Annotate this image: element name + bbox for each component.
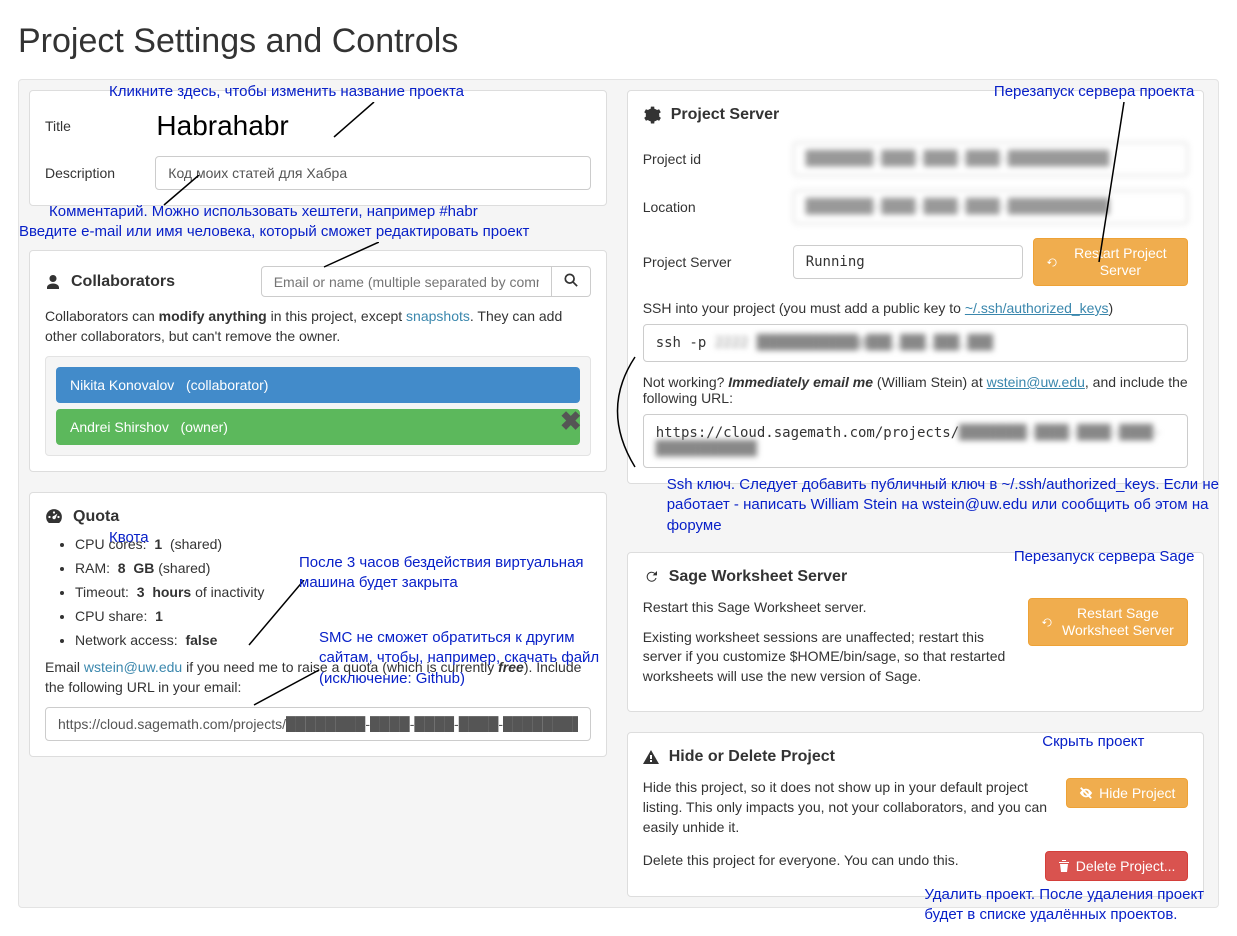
restart-sage-button[interactable]: Restart Sage Worksheet Server <box>1028 598 1188 646</box>
collaborator-search-input[interactable] <box>261 266 552 297</box>
quota-url-box[interactable] <box>45 707 591 741</box>
annotation-network: SMC не сможет обратиться к другим сайтам… <box>319 628 609 689</box>
server-header: Project Server <box>671 106 780 124</box>
title-panel: Title Description <box>29 90 607 206</box>
refresh-icon <box>1041 616 1054 629</box>
annotation-hide: Скрыть проект <box>1042 732 1144 752</box>
ssh-help: SSH into your project (you must add a pu… <box>643 300 1189 316</box>
hide-desc: Hide this project, so it does not show u… <box>643 778 1054 837</box>
hide-delete-panel: Hide or Delete Project Hide this project… <box>627 732 1205 897</box>
annotation-delete: Удалить проект. После удаления проект бу… <box>924 885 1214 926</box>
collaborator-item[interactable]: Nikita Konovalov (collaborator) <box>56 367 580 403</box>
warning-icon <box>643 749 659 765</box>
wstein-email-link[interactable]: wstein@uw.edu <box>987 374 1085 390</box>
delete-project-button[interactable]: Delete Project... <box>1045 851 1189 881</box>
annotation-timeout: После 3 часов бездействия виртуальная ма… <box>299 553 599 594</box>
eye-slash-icon <box>1079 786 1093 800</box>
search-button[interactable] <box>552 266 591 297</box>
description-label: Description <box>45 165 155 181</box>
dashboard-icon <box>45 508 63 526</box>
sage-header: Sage Worksheet Server <box>669 568 847 586</box>
project-id-value: ████████-████-████-████-████████████ <box>793 142 1189 176</box>
search-icon <box>564 273 578 287</box>
annotation-restart-server: Перезапуск сервера проекта <box>994 82 1195 102</box>
quota-item-cpu-cores: CPU cores: 1 (shared) <box>75 536 591 552</box>
not-working-help: Not working? Immediately email me (Willi… <box>643 374 1189 406</box>
restart-project-server-button[interactable]: Restart Project Server <box>1033 238 1188 286</box>
sage-desc-2: Existing worksheet sessions are unaffect… <box>643 628 1017 687</box>
collaborators-panel: Collaborators Collaborators can modify a… <box>29 250 607 472</box>
annotation-restart-sage: Перезапуск сервера Sage <box>1014 547 1195 567</box>
annotation-collab: Введите e-mail или имя человека, который… <box>19 222 619 242</box>
quota-email-link[interactable]: wstein@uw.edu <box>84 659 182 675</box>
gears-icon <box>643 106 661 124</box>
project-server-panel: Project Server Project id ████████-████-… <box>627 90 1205 484</box>
collaborators-list: Nikita Konovalov (collaborator) Andrei S… <box>45 356 591 456</box>
collaborators-help: Collaborators can modify anything in thi… <box>45 307 591 346</box>
page-title: Project Settings and Controls <box>18 22 1219 61</box>
close-icon[interactable]: ✖ <box>560 406 582 437</box>
server-status-label: Project Server <box>643 254 783 270</box>
trash-icon <box>1058 859 1070 873</box>
sage-desc-1: Restart this Sage Worksheet server. <box>643 598 1017 618</box>
server-status-value: Running <box>793 245 1024 279</box>
hide-delete-header: Hide or Delete Project <box>669 748 835 766</box>
ssh-keys-link[interactable]: ~/.ssh/authorized_keys <box>965 300 1109 316</box>
ssh-command-box[interactable]: ssh -p 2222 ████████████@███.███.███.███ <box>643 324 1189 362</box>
project-id-label: Project id <box>643 151 783 167</box>
refresh-icon <box>643 569 659 585</box>
delete-desc: Delete this project for everyone. You ca… <box>643 851 1033 871</box>
snapshots-link[interactable]: snapshots <box>406 308 470 324</box>
project-url-box[interactable]: https://cloud.sagemath.com/projects/████… <box>643 414 1189 468</box>
annotation-title: Кликните здесь, чтобы изменить название … <box>109 82 464 102</box>
annotation-quota: Квота <box>109 528 149 548</box>
annotation-desc: Комментарий. Можно использовать хештеги,… <box>49 202 609 222</box>
annotation-ssh: Ssh ключ. Следует добавить публичный клю… <box>667 475 1227 536</box>
location-label: Location <box>643 199 783 215</box>
user-icon <box>45 274 61 290</box>
title-input[interactable] <box>156 106 590 146</box>
title-label: Title <box>45 118 156 134</box>
collaborator-item[interactable]: Andrei Shirshov (owner) <box>56 409 580 445</box>
description-input[interactable] <box>155 156 590 190</box>
collaborators-header: Collaborators <box>71 273 175 291</box>
sage-worksheet-panel: Sage Worksheet Server Restart this Sage … <box>627 552 1205 712</box>
hide-project-button[interactable]: Hide Project <box>1066 778 1188 808</box>
location-value: ████████-████-████-████-████████████ <box>793 190 1189 224</box>
refresh-icon <box>1046 256 1059 269</box>
quota-item-cpu-share: CPU share: 1 <box>75 608 591 624</box>
quota-header: Quota <box>73 508 119 526</box>
